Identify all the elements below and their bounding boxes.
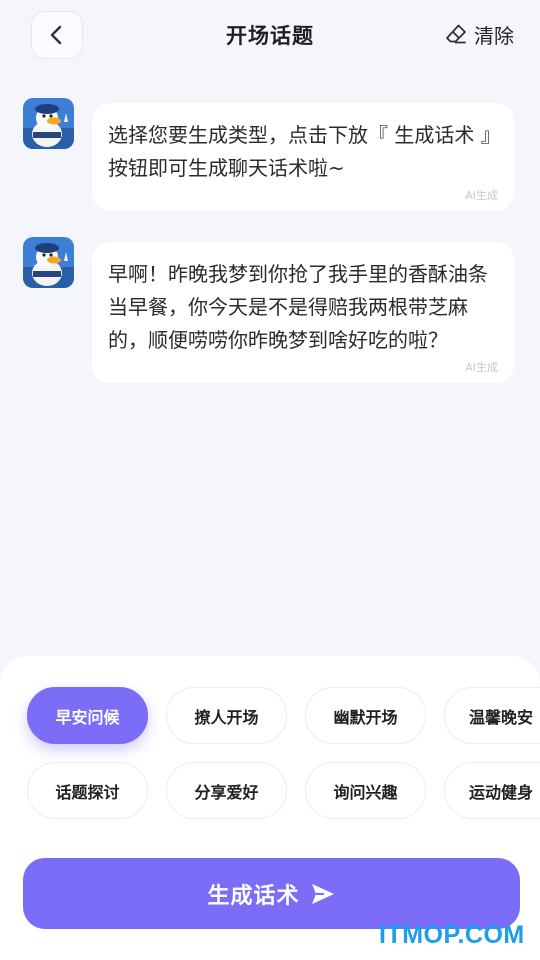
category-chip-ask-interests[interactable]: 询问兴趣 xyxy=(305,762,426,819)
chip-label: 撩人开场 xyxy=(194,707,259,727)
chip-label: 话题探讨 xyxy=(55,782,120,802)
message-text: 早啊！昨晚我梦到你抢了我手里的香酥油条当早餐，你今天是不是得赔我两根带芝麻的，顺… xyxy=(108,262,488,352)
chip-label: 幽默开场 xyxy=(333,707,398,727)
category-chip-topic-discussion[interactable]: 话题探讨 xyxy=(27,762,148,819)
ai-generated-tag: AI生成 xyxy=(465,361,498,374)
watermark: ITMOP.COM xyxy=(379,921,525,949)
chip-label: 早安问候 xyxy=(55,707,120,727)
chip-label: 温馨晚安 xyxy=(469,707,534,727)
category-chip-fitness[interactable]: 运动健身 xyxy=(444,762,540,819)
category-chip-share-hobbies[interactable]: 分享爱好 xyxy=(166,762,287,819)
ai-generated-tag: AI生成 xyxy=(465,189,498,202)
duck-avatar-icon xyxy=(23,237,74,288)
category-chip-morning-greeting[interactable]: 早安问候 xyxy=(27,687,148,744)
chat-message: 早啊！昨晚我梦到你抢了我手里的香酥油条当早餐，你今天是不是得赔我两根带芝麻的，顺… xyxy=(23,237,514,413)
generate-button[interactable]: 生成话术 xyxy=(23,858,520,929)
chip-label: 询问兴趣 xyxy=(333,782,398,802)
chip-label: 分享爱好 xyxy=(194,782,259,802)
eraser-icon xyxy=(446,24,466,44)
avatar xyxy=(23,98,74,149)
duck-avatar-icon xyxy=(23,98,74,149)
send-icon xyxy=(311,883,334,904)
avatar xyxy=(23,237,74,288)
clear-button[interactable]: 清除 xyxy=(444,19,514,49)
clear-label: 清除 xyxy=(474,23,514,48)
chip-label: 运动健身 xyxy=(469,782,534,802)
message-text: 选择您要生成类型，点击下放『 生成话术 』按钮即可生成聊天话术啦~ xyxy=(108,123,491,180)
chat-message: 选择您要生成类型，点击下放『 生成话术 』按钮即可生成聊天话术啦~ AI生成 xyxy=(23,98,514,211)
category-chip-flirty-opener[interactable]: 撩人开场 xyxy=(166,687,287,744)
category-chip-humor-opener[interactable]: 幽默开场 xyxy=(305,687,426,744)
message-bubble: 选择您要生成类型，点击下放『 生成话术 』按钮即可生成聊天话术啦~ AI生成 xyxy=(92,103,514,211)
generate-label: 生成话术 xyxy=(207,883,300,909)
header: 开场话题 清除 xyxy=(0,0,540,70)
message-bubble: 早啊！昨晚我梦到你抢了我手里的香酥油条当早餐，你今天是不是得赔我两根带芝麻的，顺… xyxy=(92,242,514,383)
category-chip-warm-goodnight[interactable]: 温馨晚安 xyxy=(444,687,540,744)
